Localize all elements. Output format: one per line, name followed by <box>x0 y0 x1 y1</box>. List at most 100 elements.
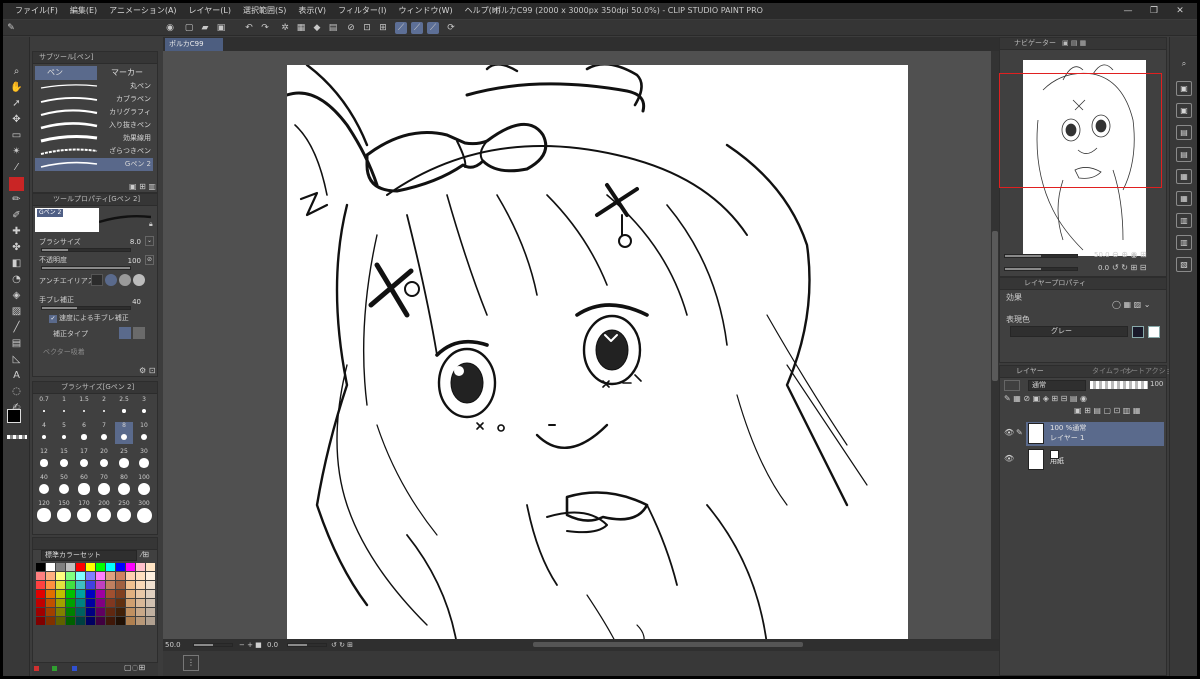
frame-icon[interactable]: ▤ <box>9 337 24 351</box>
zoom-slider[interactable] <box>193 643 233 647</box>
selection-icon[interactable]: ▭ <box>9 129 24 143</box>
brush-size-option[interactable]: 8 <box>115 422 133 444</box>
canvas-vertical-scrollbar[interactable] <box>991 51 999 639</box>
brush-size-option[interactable]: 4 <box>35 422 53 444</box>
color-swatch[interactable] <box>136 599 145 607</box>
eyedropper-icon[interactable]: ⁄ <box>9 161 24 175</box>
color-swatch[interactable] <box>46 590 55 598</box>
zoom-controls-icon[interactable]: − + ■ <box>239 639 262 651</box>
brush-size-option[interactable]: 10 <box>135 422 153 444</box>
text-icon[interactable]: A <box>9 369 24 383</box>
tab-marker[interactable]: マーカー <box>99 66 155 80</box>
color-swatch[interactable] <box>46 599 55 607</box>
color-swatch[interactable] <box>86 599 95 607</box>
color-swatch[interactable] <box>136 581 145 589</box>
subtool-tab-title[interactable]: サブツール[ペン] <box>39 52 93 63</box>
brush-size-option[interactable]: 3 <box>135 396 153 418</box>
main-color-swatch[interactable] <box>7 409 21 423</box>
rotate-controls-icon[interactable]: ↺ ↻ ⊞ <box>331 639 353 651</box>
brush-size-slider[interactable] <box>41 248 131 252</box>
auto-select-icon[interactable]: ✴ <box>9 145 24 159</box>
color-swatch[interactable] <box>36 608 45 616</box>
hand-icon[interactable]: ✋ <box>9 81 24 95</box>
color-swatch[interactable] <box>66 563 75 571</box>
color-swatch[interactable] <box>106 572 115 580</box>
selection-border-icon[interactable]: ⊞ <box>377 22 389 34</box>
tab-pen[interactable]: ペン <box>35 66 97 80</box>
document-tab[interactable]: ポルカC99 <box>165 38 223 51</box>
brush-size-option[interactable]: 120 <box>35 500 53 522</box>
color-swatch[interactable] <box>36 590 45 598</box>
brush-size-option[interactable]: 2.5 <box>115 396 133 418</box>
redo-icon[interactable]: ↷ <box>259 22 271 34</box>
express-color-dropdown[interactable]: グレー <box>1010 326 1128 337</box>
color-swatch[interactable] <box>66 581 75 589</box>
express-color-white-icon[interactable] <box>1148 326 1160 338</box>
color-swatch[interactable] <box>106 608 115 616</box>
brush-g-pen-2[interactable]: Gペン 2 <box>35 158 153 171</box>
ruler-icon[interactable]: ◺ <box>9 353 24 367</box>
move-layer-icon[interactable]: ✥ <box>9 113 24 127</box>
color-swatch[interactable] <box>126 590 135 598</box>
pen-tool-icon[interactable] <box>9 177 24 191</box>
opacity-value[interactable]: 100 <box>123 256 141 266</box>
horizontal-scrollbar[interactable] <box>533 642 803 647</box>
invert-selection-icon[interactable]: ⊡ <box>361 22 373 34</box>
balloon-icon[interactable]: ◌ <box>9 385 24 399</box>
expand-icon[interactable]: ▤ <box>327 22 339 34</box>
color-swatch[interactable] <box>86 590 95 598</box>
brush-size-option[interactable]: 1 <box>55 396 73 418</box>
brush-size-option[interactable]: 100 <box>135 474 153 496</box>
color-swatch[interactable] <box>66 599 75 607</box>
zoom-icon[interactable]: ⌕ <box>9 65 24 79</box>
brush-size-option[interactable]: 12 <box>35 448 53 470</box>
brush-size-value[interactable]: 8.0 <box>123 237 141 247</box>
stabilization-value[interactable]: 40 <box>123 297 141 307</box>
scrollbar-thumb[interactable] <box>992 231 998 381</box>
search-icon[interactable]: ⌕ <box>1176 57 1192 72</box>
color-swatch[interactable] <box>76 572 85 580</box>
antialias-medium-icon[interactable] <box>119 274 131 286</box>
layer-color-icon[interactable] <box>1004 380 1020 391</box>
color-swatch[interactable] <box>86 608 95 616</box>
menu-animation[interactable]: アニメーション(A) <box>103 3 182 19</box>
color-swatch[interactable] <box>36 581 45 589</box>
color-swatch[interactable] <box>66 590 75 598</box>
brush-size-option[interactable]: 50 <box>55 474 73 496</box>
navigator-zoom-slider[interactable] <box>1004 254 1078 258</box>
material-icon-1[interactable]: ▣ <box>1176 81 1192 96</box>
color-swatch[interactable] <box>146 608 155 616</box>
clip-studio-icon[interactable]: ◉ <box>164 22 176 34</box>
color-swatch[interactable] <box>76 563 85 571</box>
brush-size-option[interactable]: 15 <box>55 448 73 470</box>
brush-size-option[interactable]: 30 <box>135 448 153 470</box>
clear-outside-icon[interactable]: ▦ <box>295 22 307 34</box>
color-swatch[interactable] <box>36 572 45 580</box>
menu-edit[interactable]: 編集(E) <box>64 3 103 19</box>
color-swatch[interactable] <box>66 608 75 616</box>
minimize-button[interactable]: — <box>1115 3 1141 19</box>
color-swatch[interactable] <box>96 599 105 607</box>
brush-size-option[interactable]: 20 <box>95 448 113 470</box>
color-swatch[interactable] <box>106 599 115 607</box>
color-swatch[interactable] <box>56 581 65 589</box>
color-swatch[interactable] <box>126 617 135 625</box>
color-swatch[interactable] <box>126 608 135 616</box>
layer-property-tab-title[interactable]: レイヤープロパティ <box>1024 278 1086 289</box>
color-swatch[interactable] <box>126 563 135 571</box>
color-swatch[interactable] <box>76 590 85 598</box>
brush-size-tab-title[interactable]: ブラシサイズ[Gペン 2] <box>61 382 134 393</box>
brush-size-option[interactable]: 7 <box>95 422 113 444</box>
brush-size-option[interactable]: 80 <box>115 474 133 496</box>
decoration-icon[interactable]: ✤ <box>9 241 24 255</box>
color-swatch[interactable] <box>146 599 155 607</box>
brush-size-option[interactable]: 17 <box>75 448 93 470</box>
deselect-icon[interactable]: ⊘ <box>345 22 357 34</box>
color-swatch[interactable] <box>76 581 85 589</box>
color-swatch[interactable] <box>96 608 105 616</box>
color-swatch[interactable] <box>76 617 85 625</box>
clear-icon[interactable]: ✲ <box>279 22 291 34</box>
antialias-strong-icon[interactable] <box>133 274 145 286</box>
material-icon-2[interactable]: ▣ <box>1176 103 1192 118</box>
tool-property-tab-title[interactable]: ツールプロパティ[Gペン 2] <box>53 194 140 205</box>
